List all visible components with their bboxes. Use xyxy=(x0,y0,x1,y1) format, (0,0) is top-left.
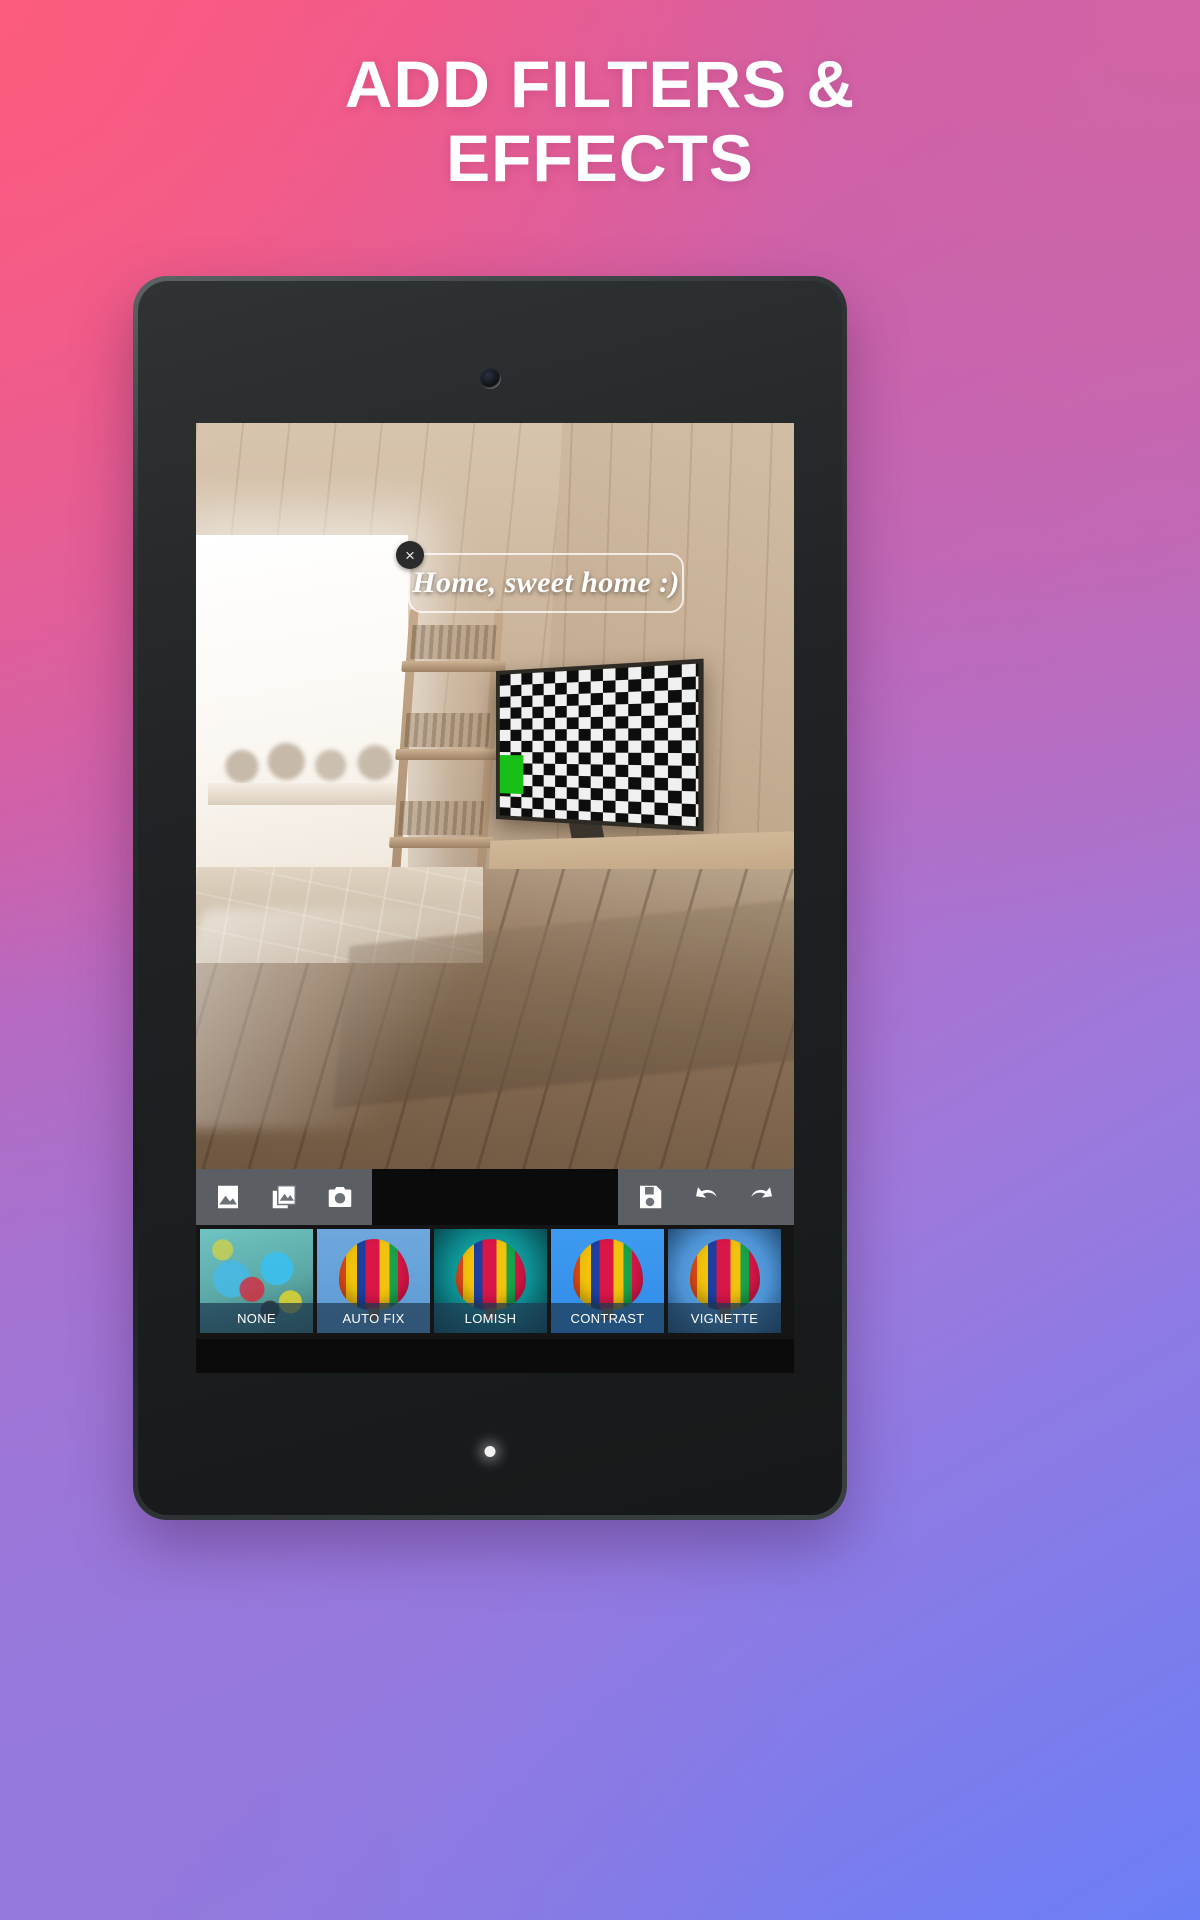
filter-strip[interactable]: NONE AUTO FIX LOMISH CONTRAST VIGNETTE xyxy=(196,1225,794,1339)
filter-label: NONE xyxy=(200,1303,313,1333)
tablet-bezel: Home, sweet home :) × NONE AUTO FIX LOMI… xyxy=(138,281,842,1515)
photo-canvas[interactable]: Home, sweet home :) × xyxy=(196,423,794,1169)
tv-frame xyxy=(496,658,704,832)
page-title-line2: EFFECTS xyxy=(446,120,754,195)
save-icon[interactable] xyxy=(630,1177,670,1217)
editor-toolbar xyxy=(196,1169,794,1225)
undo-icon[interactable] xyxy=(686,1177,726,1217)
tablet-device-mockup: Home, sweet home :) × NONE AUTO FIX LOMI… xyxy=(133,276,847,1520)
filter-item-contrast[interactable]: CONTRAST xyxy=(551,1229,664,1333)
ladder-shelf xyxy=(395,749,500,760)
filter-label: VIGNETTE xyxy=(668,1303,781,1333)
ladder-shelf xyxy=(388,837,494,848)
filter-item-none[interactable]: NONE xyxy=(200,1229,313,1333)
tv-green-square xyxy=(499,755,524,795)
tv-checkerboard-pattern xyxy=(499,663,699,827)
photo-window-sill xyxy=(208,783,406,805)
filter-label: AUTO FIX xyxy=(317,1303,430,1333)
photo-window-plants xyxy=(216,723,401,785)
camera-icon[interactable] xyxy=(320,1177,360,1217)
page-title-line1: ADD FILTERS & xyxy=(344,47,856,121)
single-photo-icon[interactable] xyxy=(208,1177,248,1217)
ladder-books xyxy=(410,625,497,659)
photo-television xyxy=(496,658,704,858)
notification-led-icon xyxy=(484,1446,496,1457)
redo-icon[interactable] xyxy=(742,1177,782,1217)
filter-label: LOMISH xyxy=(434,1303,547,1333)
filter-label: CONTRAST xyxy=(551,1303,664,1333)
close-icon[interactable]: × xyxy=(396,541,424,569)
filter-item-vignette[interactable]: VIGNETTE xyxy=(668,1229,781,1333)
ladder-books xyxy=(397,801,485,835)
filter-item-lomish[interactable]: LOMISH xyxy=(434,1229,547,1333)
front-camera-icon xyxy=(479,367,501,389)
text-sticker-content: Home, sweet home :) xyxy=(412,566,680,599)
multi-photo-icon[interactable] xyxy=(264,1177,304,1217)
toolbar-right-group xyxy=(618,1169,794,1225)
ladder-books xyxy=(404,713,491,747)
toolbar-left-group xyxy=(196,1169,372,1225)
text-sticker[interactable]: Home, sweet home :) × xyxy=(396,541,684,613)
ladder-shelf xyxy=(401,661,507,672)
filter-item-auto-fix[interactable]: AUTO FIX xyxy=(317,1229,430,1333)
app-screen: Home, sweet home :) × NONE AUTO FIX LOMI… xyxy=(196,423,794,1373)
page-title: ADD FILTERS & EFFECTS xyxy=(0,47,1200,196)
